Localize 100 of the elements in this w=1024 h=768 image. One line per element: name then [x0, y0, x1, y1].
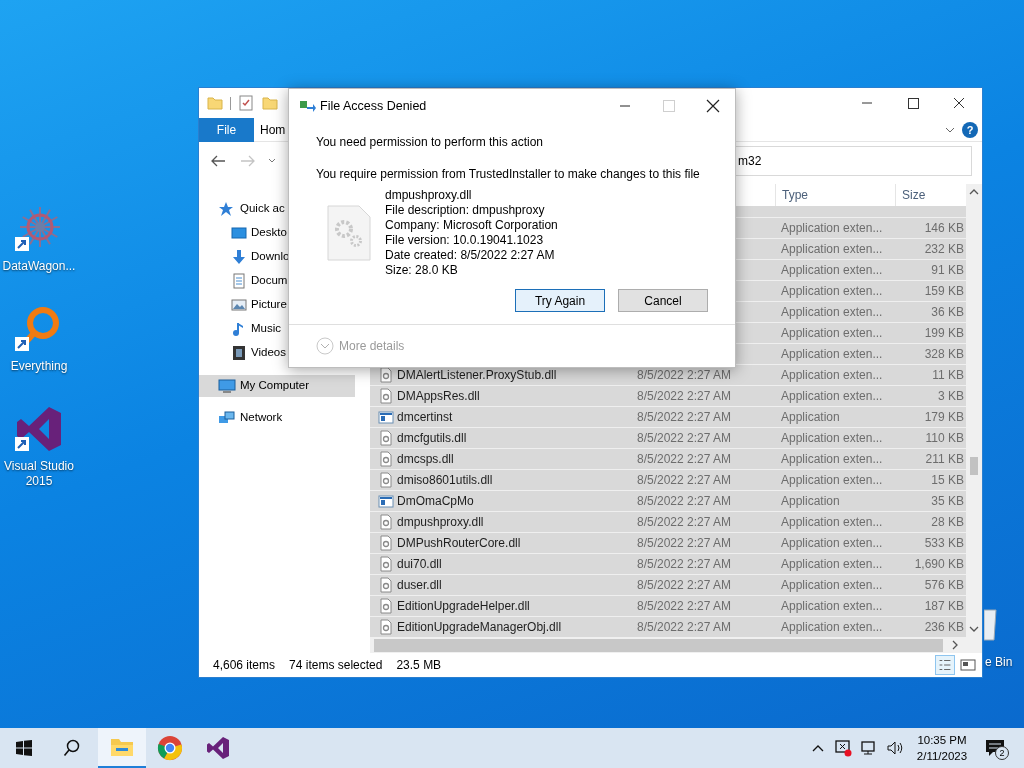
nav-item-label: Network [240, 410, 283, 426]
file-name-cell-text: DMAlertListener.ProxyStub.dll [396, 367, 558, 384]
file-menu-tab[interactable]: File [199, 117, 254, 142]
file-name-cell-text: DMAppsRes.dll [396, 388, 481, 405]
file-row[interactable]: DmOmaCpMo 8/5/2022 2:27 AM Application 35 KB [370, 490, 966, 511]
picture-icon [231, 297, 249, 313]
file-size-cell-text: 91 KB [930, 262, 965, 279]
nav-item[interactable]: Quick ac [199, 197, 370, 221]
file-row[interactable]: EditionUpgradeHelper.dll 8/5/2022 2:27 AM Application exten... 187 KB [370, 595, 966, 616]
scrollbar-thumb[interactable] [374, 638, 943, 652]
file-size-cell-text: 199 KB [923, 325, 965, 342]
nav-item-label: Downlo [251, 249, 290, 265]
folder-icon[interactable] [110, 736, 134, 758]
date-modified-cell-text: 8/5/2022 2:27 AM [637, 367, 733, 384]
file-type-cell-text: Application exten... [780, 262, 884, 279]
file-size-cell-text: 576 KB [923, 577, 965, 594]
nav-item[interactable]: Docum [199, 269, 370, 293]
alert-tray-icon[interactable] [834, 739, 852, 757]
file-row[interactable]: dmcsps.dll 8/5/2022 2:27 AM Application exten... 211 KB [370, 448, 966, 469]
file-name-cell-text: dmcfgutils.dll [396, 430, 468, 447]
gear-file-icon [378, 430, 394, 446]
dialog-heading: You need permission to perform this action [316, 134, 544, 151]
date-modified-cell-text: 8/5/2022 2:27 AM [637, 472, 733, 489]
details-view-icon[interactable] [935, 655, 955, 675]
nav-item-label: My Computer [240, 378, 310, 394]
desktop-icon-label: e Bin [985, 654, 1013, 671]
gear-file-icon [378, 388, 394, 404]
file-name-cell-text: dmiso8601utils.dll [396, 472, 494, 489]
gear-file-icon [378, 535, 394, 551]
date-modified-cell-text: 8/5/2022 2:27 AM [637, 388, 733, 405]
file-type-cell-text: Application exten... [780, 367, 884, 384]
starburst-shortcut-icon[interactable] [15, 205, 63, 253]
date-modified-cell-text: 8/5/2022 2:27 AM [637, 514, 733, 531]
volume-icon[interactable] [886, 739, 904, 757]
file-row[interactable]: dmpushproxy.dll 8/5/2022 2:27 AM Application exten... 28 KB [370, 511, 966, 532]
file-size-cell-text: 187 KB [923, 598, 965, 615]
nav-item-label: Picture [251, 297, 287, 313]
file-type-cell-text: Application exten... [780, 451, 884, 468]
browser-icon[interactable] [157, 735, 183, 761]
file-type-cell-text: Application exten... [780, 577, 884, 594]
file-row[interactable]: DMPushRouterCore.dll 8/5/2022 2:27 AM Application exten... 533 KB [370, 532, 966, 553]
file-type-cell-text: Application exten... [780, 556, 884, 573]
file-type-cell-text: Application exten... [780, 619, 884, 636]
nav-item[interactable]: Network [199, 407, 355, 429]
file-info-line: Date created: 8/5/2022 2:27 AM [385, 248, 556, 263]
file-row[interactable]: dmcfgutils.dll 8/5/2022 2:27 AM Application exten... 110 KB [370, 427, 966, 448]
help-button[interactable]: ? [962, 121, 978, 138]
checklist-icon[interactable] [238, 95, 254, 111]
file-type-cell-text: Application exten... [780, 220, 884, 237]
clock-date[interactable]: 2/11/2023 [912, 748, 972, 764]
selection-size: 23.5 MB [396, 657, 442, 674]
dialog-button[interactable]: Cancel [618, 289, 708, 312]
file-size-cell-text: 328 KB [923, 346, 965, 363]
file-row[interactable]: dmiso8601utils.dll 8/5/2022 2:27 AM Application exten... 15 KB [370, 469, 966, 490]
nav-item[interactable]: Deskto [199, 221, 370, 245]
file-type-cell-text: Application exten... [780, 241, 884, 258]
gear-file-icon [378, 514, 394, 530]
clock-time[interactable]: 10:35 PM [912, 732, 972, 748]
gear-file-icon [378, 556, 394, 572]
file-type-cell-text: Application exten... [780, 514, 884, 531]
file-row[interactable]: DMAppsRes.dll 8/5/2022 2:27 AM Application exten... 3 KB [370, 385, 966, 406]
file-type-cell-text: Application exten... [780, 535, 884, 552]
nav-item[interactable]: Picture [199, 293, 370, 317]
date-modified-cell-text: 8/5/2022 2:27 AM [637, 493, 733, 510]
file-type-cell-text: Application exten... [780, 598, 884, 615]
nav-item[interactable]: Downlo [199, 245, 370, 269]
dialog-button[interactable]: Try Again [515, 289, 605, 312]
date-modified-cell-text: 8/5/2022 2:27 AM [637, 535, 733, 552]
gear-file-icon [378, 619, 394, 635]
file-size-cell-text: 3 KB [937, 388, 965, 405]
file-row[interactable]: duser.dll 8/5/2022 2:27 AM Application exten... 576 KB [370, 574, 966, 595]
bowtie-logo-shortcut-icon[interactable] [15, 405, 63, 453]
file-row[interactable]: dui70.dll 8/5/2022 2:27 AM Application exten... 1,690 KB [370, 553, 966, 574]
scrollbar-thumb[interactable] [970, 457, 978, 475]
ribbon-tab[interactable]: Hom [260, 120, 286, 139]
file-type-cell-text: Application exten... [780, 304, 884, 321]
dialog-title: File Access Denied [320, 97, 427, 115]
search-icon[interactable] [63, 739, 81, 757]
selection-count: 74 items selected [289, 657, 383, 674]
application-file-icon [378, 409, 394, 425]
file-info-line: dmpushproxy.dll [385, 188, 473, 203]
date-modified-cell-text: 8/5/2022 2:27 AM [637, 619, 733, 636]
network-icon[interactable] [860, 739, 878, 757]
nav-item-label: Quick ac [240, 201, 285, 217]
nav-item[interactable]: My Computer [199, 375, 355, 397]
windows-logo-icon[interactable] [16, 740, 32, 756]
back-arrow-icon[interactable] [209, 153, 227, 169]
file-name-cell-text: dmcertinst [396, 409, 454, 426]
file-info-line: File description: dmpushproxy [385, 203, 546, 218]
file-size-cell-text: 146 KB [923, 220, 965, 237]
gear-file-icon [378, 577, 394, 593]
bowtie-logo-icon[interactable] [206, 736, 230, 760]
file-size-cell-text: 211 KB [924, 451, 965, 468]
gear-file-icon [327, 205, 371, 261]
application-file-icon [378, 493, 394, 509]
desktop-icon [231, 225, 249, 241]
file-row[interactable]: EditionUpgradeManagerObj.dll 8/5/2022 2:27 AM Application exten... 236 KB [370, 616, 966, 637]
file-info-line: Company: Microsoft Corporation [385, 218, 558, 233]
file-type-cell-text: Application exten... [780, 430, 884, 447]
file-row[interactable]: dmcertinst 8/5/2022 2:27 AM Application 179 KB [370, 406, 966, 427]
